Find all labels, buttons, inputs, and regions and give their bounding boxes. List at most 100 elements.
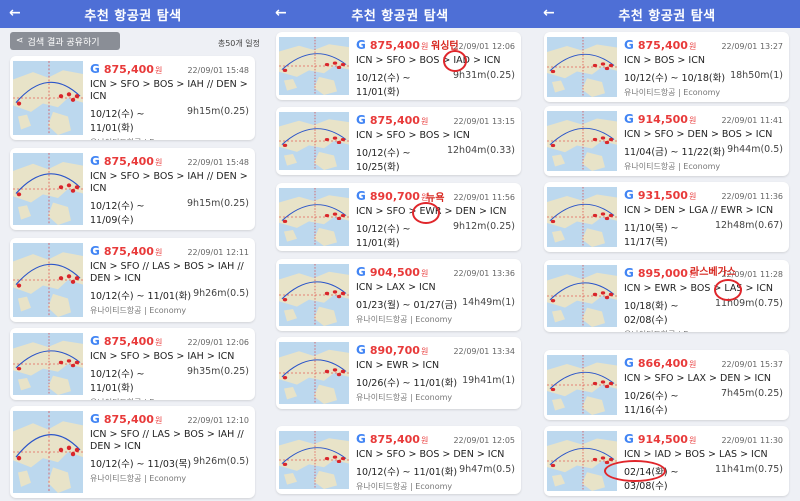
price: 875,400 [103,245,154,258]
flight-card[interactable]: G 875,400 원 22/09/01 15:48 ICN > SFO > B… [10,56,255,140]
back-arrow-icon[interactable]: ← [543,5,555,21]
route-map [13,411,83,493]
price: 875,400 [103,155,154,168]
travel-dates: 10/12(수) ~ 11/01(화) [90,291,192,302]
price: 875,400 [103,63,154,76]
price: 904,500 [369,266,420,279]
share-results-button[interactable]: ⋖ 검색 결과 공유하기 [10,32,120,50]
price: 890,700 [369,344,420,357]
flight-card[interactable]: G 895,000 원 22/09/01 11:28 ICN > EWR > B… [544,260,789,332]
route: ICN > EWR > ICN [356,360,440,371]
currency: 원 [420,347,429,356]
currency: 원 [688,192,697,201]
price: 875,400 [103,335,154,348]
route-map [547,431,617,491]
flight-card[interactable]: G 914,500 원 22/09/01 11:41 ICN > SFO > D… [544,106,789,176]
page-title: 추천 항공권 탐색 [618,8,716,24]
back-arrow-icon[interactable]: ← [9,5,21,21]
travel-dates: 10/26(수) ~ 11/01(화) [356,378,458,389]
timestamp: 22/09/01 13:36 [453,269,515,278]
currency: 원 [688,436,697,445]
timestamp: 22/09/01 12:06 [187,338,249,347]
travel-dates: 10/12(수) ~ 11/01(화) [90,369,145,394]
annotation-label: 워싱턴 [431,41,459,52]
flight-card[interactable]: G 875,400 원 22/09/01 15:48 ICN > SFO > B… [10,148,255,230]
flight-info: G 875,400 원 22/09/01 12:05 ICN > SFO > B… [356,432,515,492]
travel-dates: 11/10(목) ~ 11/17(목) [624,223,679,248]
flight-card[interactable]: G 866,400 원 22/09/01 15:37 ICN > SFO > L… [544,350,789,420]
flight-info: G 904,500 원 22/09/01 13:36 ICN > LAX > I… [356,265,515,325]
flight-info: G 875,400 원 22/09/01 13:27 ICN > BOS > I… [624,38,783,98]
panel-3: ← 추천 항공권 탐색 G 875,400 원 22/09/01 13:27 I… [534,0,800,501]
flight-card[interactable]: G 890,700 원 22/09/01 13:34 ICN > EWR > I… [276,337,521,409]
route-map [547,37,617,97]
share-icon: ⋖ [16,36,24,46]
travel-dates: 10/12(수) ~ 11/09(수) [90,201,145,226]
travel-dates: 10/12(수) ~ 11/01(화) [356,224,411,249]
airline-class: 유나이티드항공 | Economy [624,251,783,252]
travel-dates: 10/12(수) ~ 10/25(화) [356,148,411,173]
airline-class: 유나이티드항공 | Economy [624,329,783,332]
google-logo-icon: G [624,356,634,370]
route: ICN > SFO > BOS > DEN > ICN [356,449,505,460]
travel-dates: 10/12(수) ~ 11/01(화) [356,73,411,98]
flight-card[interactable]: G 875,400 원 22/09/01 13:27 ICN > BOS > I… [544,32,789,102]
flight-card[interactable]: G 914,500 원 22/09/01 11:30 ICN > IAD > B… [544,426,789,496]
currency: 원 [154,338,163,347]
flight-card[interactable]: G 904,500 원 22/09/01 13:36 ICN > LAX > I… [276,259,521,331]
currency: 원 [688,42,697,51]
price: 875,400 [637,39,688,52]
flight-card[interactable]: G 875,400 원 22/09/01 12:11 ICN > SFO // … [10,238,255,322]
duration: 9h26m(0.5) [193,288,249,299]
route-map [547,355,617,415]
flight-card[interactable]: G 875,400 원 22/09/01 12:06 ICN > SFO > B… [276,32,521,100]
route: ICN > SFO > BOS > IAD > ICN [356,55,501,66]
currency: 원 [420,117,429,126]
price: 890,700 [369,190,420,203]
flight-card[interactable]: G 875,400 원 22/09/01 13:15 ICN > SFO > B… [276,107,521,175]
price: 875,400 [103,413,154,426]
google-logo-icon: G [356,113,366,127]
travel-dates: 10/12(수) ~ 11/03(목) [90,459,192,470]
duration: 18h50m(1) [730,70,783,81]
google-logo-icon: G [90,244,100,258]
route: ICN > BOS > ICN [624,55,705,66]
timestamp: 22/09/01 11:56 [453,193,515,202]
flight-card[interactable]: G 875,400 원 22/09/01 12:05 ICN > SFO > B… [276,426,521,494]
route: ICN > LAX > ICN [356,282,436,293]
flight-card[interactable]: G 875,400 원 22/09/01 12:06 ICN > SFO > B… [10,328,255,400]
duration: 12h48m(0.67) [714,220,783,231]
airline-class: 유나이티드항공 | Economy [90,474,187,483]
duration: 11h09m(0.75) [714,298,783,309]
flight-info: G 914,500 원 22/09/01 11:41 ICN > SFO > D… [624,112,783,172]
google-logo-icon: G [356,432,366,446]
google-logo-icon: G [356,265,366,279]
price: 875,400 [369,39,420,52]
page-title: 추천 항공권 탐색 [351,8,449,24]
flight-card[interactable]: G 875,400 원 22/09/01 12:10 ICN > SFO // … [10,406,255,498]
flight-card[interactable]: G 931,500 원 22/09/01 11:36 ICN > DEN > L… [544,182,789,252]
timestamp: 22/09/01 13:34 [453,347,515,356]
duration: 9h44m(0.5) [727,144,783,155]
google-logo-icon: G [624,432,634,446]
app-header: ← 추천 항공권 탐색 [534,0,800,28]
route: ICN > EWR > BOS > LAS > ICN [624,283,773,294]
route-map [279,37,349,95]
currency: 원 [154,158,163,167]
route: ICN > SFO > DEN > BOS > ICN [624,129,773,140]
price: 914,500 [637,433,688,446]
airline-class: 유나이티드항공 | Economy [356,482,453,491]
app-header: ← 추천 항공권 탐색 [0,0,266,28]
back-arrow-icon[interactable]: ← [275,5,287,21]
highlight-circle [443,50,467,72]
price: 931,500 [637,189,688,202]
route: ICN > SFO > LAX > DEN > ICN [624,373,771,384]
airline-class: 유나이티드항공 | Economy [624,88,721,97]
flight-card[interactable]: G 890,700 원 22/09/01 11:56 ICN > SFO > E… [276,183,521,251]
duration: 19h41m(1) [462,375,515,386]
timestamp: 22/09/01 13:27 [721,42,783,51]
travel-dates: 10/12(수) ~ 10/18(화) [624,73,726,84]
flight-info: G 866,400 원 22/09/01 15:37 ICN > SFO > L… [624,356,783,420]
airline-class: 유나이티드항공 | Economy [624,419,783,420]
travel-dates: 01/23(월) ~ 01/27(금) [356,300,458,311]
